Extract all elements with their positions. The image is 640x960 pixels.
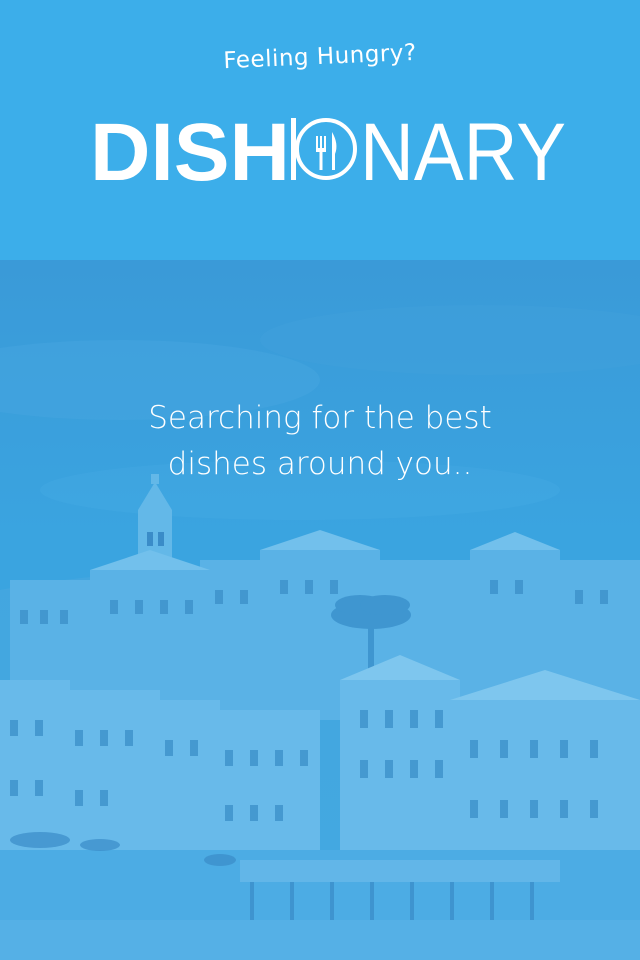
town-background-image	[0, 260, 640, 960]
header: Feeling Hungry? DISH NARY	[0, 0, 640, 260]
splash-screen: Feeling Hungry? DISH NARY Searching for …	[0, 0, 640, 960]
fork-knife-plate-icon	[295, 118, 357, 180]
app-logo: DISH NARY	[90, 110, 566, 190]
logo-light-text: NARY	[360, 110, 566, 190]
loading-message: Searching for the best dishes around you…	[0, 395, 640, 487]
loading-message-line-1: Searching for the best	[148, 400, 492, 436]
logo-bold-text: DISH	[90, 110, 290, 190]
loading-message-line-2: dishes around you..	[167, 446, 473, 482]
tagline: Feeling Hungry?	[222, 39, 418, 75]
